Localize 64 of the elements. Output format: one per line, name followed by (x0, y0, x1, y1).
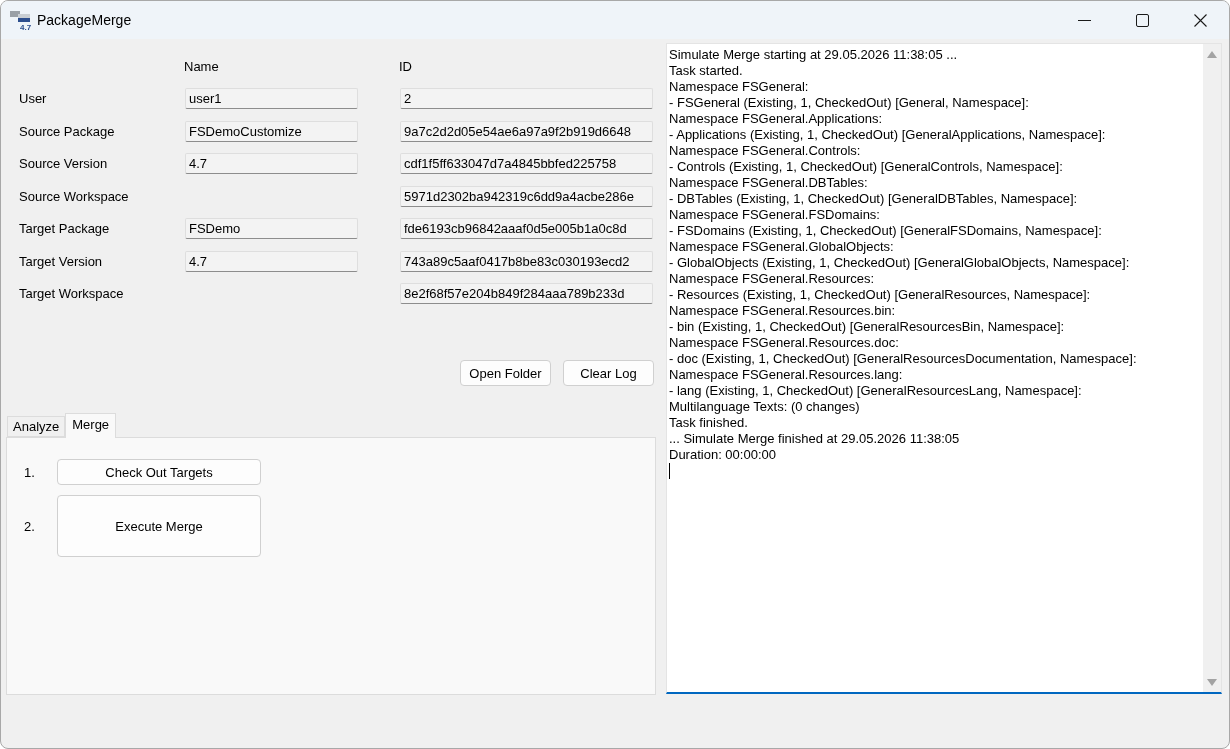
window-title: PackageMerge (37, 12, 132, 28)
log-textbox[interactable] (666, 43, 1222, 694)
id-field[interactable]: 9a7c2d2d05e54ae6a97a9f2b919d6648 (400, 120, 653, 142)
log-line: - DBTables (Existing, 1, CheckedOut) [GeneralDBTables, Namespace]: (669, 191, 1078, 207)
tab[interactable]: Analyze (7, 416, 66, 437)
log-line: - Applications (Existing, 1, CheckedOut) [GeneralApplications, Namespace]: (669, 127, 1106, 143)
log-line: Namespace FSGeneral.Controls: (669, 143, 861, 159)
log-line: Namespace FSGeneral.Resources.lang: (669, 367, 903, 383)
log-line: Namespace FSGeneral.Resources.bin: (669, 303, 896, 319)
open-folder-button[interactable]: Open Folder (460, 360, 551, 386)
text-caret-icon (669, 463, 670, 479)
log-line: - doc (Existing, 1, CheckedOut) [GeneralResourcesDocumentation, Namespace]: (669, 351, 1137, 367)
log-line: - lang (Existing, 1, CheckedOut) [GeneralResourcesLang, Namespace]: (669, 383, 1082, 399)
log-line: Namespace FSGeneral.DBTables: (669, 175, 868, 191)
scroll-up-icon[interactable] (1207, 51, 1217, 58)
id-field[interactable]: 5971d2302ba942319c6dd9a4acbe286e (400, 185, 653, 207)
id-field[interactable]: 2 (400, 88, 653, 110)
log-line: - FSGeneral (Existing, 1, CheckedOut) [General, Namespace]: (669, 95, 1029, 111)
id-field[interactable]: fde6193cb96842aaaf0d5e005b1a0c8d (400, 218, 653, 240)
log-line: Duration: 00:00:00 (669, 447, 776, 463)
name-field[interactable]: FSDemoCustomize (185, 120, 358, 142)
log-line: ... Simulate Merge finished at 29.05.2026 11:38:05 (669, 431, 960, 447)
column-header: Name (184, 58, 219, 74)
name-field[interactable]: user1 (185, 88, 358, 110)
step-number: 2. (24, 518, 35, 534)
step-button[interactable]: Check Out Targets (57, 459, 261, 485)
field-label: Target Workspace (19, 286, 124, 302)
field-label: Source Version (19, 156, 108, 172)
id-field[interactable]: 8e2f68f57e204b849f284aaa789b233d (400, 283, 653, 305)
log-line: Namespace FSGeneral.FSDomains: (669, 207, 880, 223)
log-line: Namespace FSGeneral.Resources: (669, 271, 875, 287)
minimize-icon (1077, 19, 1091, 21)
name-field[interactable]: 4.7 (185, 153, 358, 175)
step-button[interactable]: Execute Merge (57, 495, 261, 557)
log-line: Namespace FSGeneral.Applications: (669, 111, 883, 127)
field-label: Target Version (19, 253, 103, 269)
log-line: Multilanguage Texts: (0 changes) (669, 399, 860, 415)
log-line: Task finished. (669, 415, 748, 431)
name-field[interactable]: FSDemo (185, 218, 358, 240)
log-line: Namespace FSGeneral: (669, 79, 809, 95)
log-line: - Resources (Existing, 1, CheckedOut) [GeneralResources, Namespace]: (669, 287, 1091, 303)
log-line: - bin (Existing, 1, CheckedOut) [GeneralResourcesBin, Namespace]: (669, 319, 1065, 335)
field-label: Target Package (19, 221, 110, 237)
log-line: - GlobalObjects (Existing, 1, CheckedOut) [GeneralGlobalObjects, Namespace]: (669, 255, 1130, 271)
id-field[interactable]: cdf1f5ff633047d7a4845bbfed225758 (400, 153, 653, 175)
log-line: Namespace FSGeneral.Resources.doc: (669, 335, 899, 351)
scroll-down-icon[interactable] (1207, 679, 1217, 686)
id-field[interactable]: 743a89c5aaf0417b8be83c030193ecd2 (400, 250, 653, 272)
field-label: User (19, 91, 47, 107)
log-line: Task started. (669, 63, 743, 79)
log-line: - Controls (Existing, 1, CheckedOut) [GeneralControls, Namespace]: (669, 159, 1063, 175)
field-label: Source Package (19, 123, 115, 139)
scrollbar[interactable] (1203, 44, 1221, 692)
log-line: Simulate Merge starting at 29.05.2026 11:38:05 ... (669, 47, 958, 63)
step-number: 1. (24, 464, 35, 480)
name-field[interactable]: 4.7 (185, 250, 358, 272)
column-header: ID (399, 58, 412, 74)
log-line: - FSDomains (Existing, 1, CheckedOut) [GeneralFSDomains, Namespace]: (669, 223, 1102, 239)
close-icon (1193, 13, 1207, 27)
clear-log-button[interactable]: Clear Log (563, 360, 654, 386)
log-line: Namespace FSGeneral.GlobalObjects: (669, 239, 894, 255)
field-label: Source Workspace (19, 188, 129, 204)
tab[interactable]: Merge (65, 413, 117, 438)
maximize-icon (1135, 13, 1149, 27)
